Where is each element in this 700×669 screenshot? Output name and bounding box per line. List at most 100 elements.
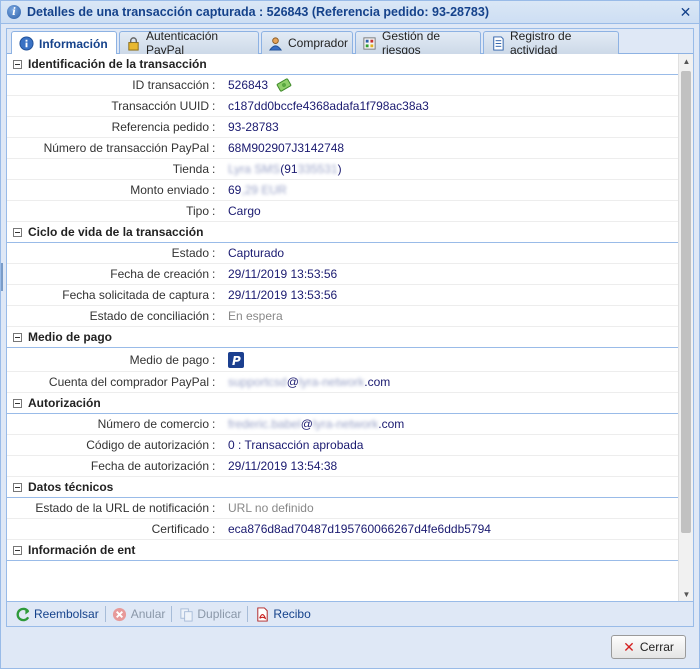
amount-redacted: ,29 EUR xyxy=(241,183,287,197)
risk-icon xyxy=(362,35,377,51)
field-label: Medio de pago xyxy=(129,352,209,367)
field-value: 29/11/2019 13:53:56 xyxy=(228,288,338,302)
email-at: @ xyxy=(286,375,299,389)
field-colon: : xyxy=(212,288,216,302)
action-toolbar: Reembolsar Anular Duplicar Recibo xyxy=(7,601,693,626)
toolbar-separator xyxy=(247,606,249,622)
anular-button[interactable]: Anular xyxy=(108,606,170,622)
tab-label: Registro de actividad xyxy=(510,29,572,57)
field-colon: : xyxy=(212,522,216,536)
scroll-down-icon[interactable]: ▼ xyxy=(679,587,694,602)
left-edge-marker xyxy=(1,263,3,291)
transaction-details-window: i Detalles de una transacción capturada … xyxy=(0,0,700,669)
tab-registro-actividad[interactable]: Registro de actividad xyxy=(483,29,619,57)
tab-strip: Información Autenticación PayPal Comprad… xyxy=(7,29,693,57)
anular-label: Anular xyxy=(130,607,166,621)
cerrar-button[interactable]: ✕ Cerrar xyxy=(611,635,686,659)
tab-informacion[interactable]: Información xyxy=(11,31,117,55)
svg-text:P: P xyxy=(232,354,241,368)
tab-label: Autenticación PayPal xyxy=(146,29,219,57)
tab-autenticacion-paypal[interactable]: Autenticación PayPal xyxy=(119,29,259,57)
field-value: 526843 xyxy=(228,78,292,92)
merchant-at: @ xyxy=(300,417,313,431)
vertical-scrollbar[interactable]: ▲ ▼ xyxy=(678,54,693,602)
collapse-icon[interactable] xyxy=(13,545,22,555)
section-medio-pago: Medio de pago Medio de pago : P Cuenta d… xyxy=(7,327,679,393)
window-titlebar[interactable]: i Detalles de una transacción capturada … xyxy=(1,1,699,24)
section-header[interactable]: Identificación de la transacción xyxy=(7,54,679,75)
shop-id-suffix: ) xyxy=(337,162,342,176)
field-value: 29/11/2019 13:53:56 xyxy=(228,267,338,281)
field-colon: : xyxy=(212,375,216,389)
amount-visible: 69 xyxy=(228,183,242,197)
section-header[interactable]: Medio de pago xyxy=(7,327,679,348)
section-autorizacion: Autorización Número de comercio : freder… xyxy=(7,393,679,477)
reembolsar-button[interactable]: Reembolsar xyxy=(11,606,103,622)
field-label: Número de comercio xyxy=(97,417,209,431)
refund-icon xyxy=(15,606,31,622)
section-header[interactable]: Datos técnicos xyxy=(7,477,679,498)
field-label: Fecha solicitada de captura xyxy=(62,288,209,302)
cancel-icon xyxy=(112,606,128,622)
field-label: Número de transacción PayPal xyxy=(43,141,209,155)
collapse-icon[interactable] xyxy=(13,482,22,492)
money-icon[interactable] xyxy=(276,78,292,92)
section-title: Ciclo de vida de la transacción xyxy=(28,225,204,239)
field-colon: : xyxy=(212,141,216,155)
tab-content-informacion: Identificación de la transacción ID tran… xyxy=(7,54,679,602)
field-colon: : xyxy=(212,352,216,367)
field-row-fecha-captura: Fecha solicitada de captura : 29/11/2019… xyxy=(7,285,679,306)
field-colon: : xyxy=(212,78,216,92)
field-label: Certificado xyxy=(151,522,209,536)
tab-label: Gestión de riesgos xyxy=(382,29,441,57)
shop-name-redacted: Lyra SMS xyxy=(228,162,281,176)
field-colon: : xyxy=(212,246,216,260)
collapse-icon[interactable] xyxy=(13,59,22,69)
tab-gestion-riesgos[interactable]: Gestión de riesgos xyxy=(355,29,481,57)
field-value: 68M902907J3142748 xyxy=(228,141,345,155)
field-colon: : xyxy=(212,309,216,323)
email-tld: .com xyxy=(364,375,391,389)
section-header[interactable]: Información de ent xyxy=(7,540,679,561)
section-header[interactable]: Ciclo de vida de la transacción xyxy=(7,222,679,243)
field-label: ID transacción xyxy=(132,78,209,92)
section-title: Información de ent xyxy=(28,543,136,557)
field-value: Lyra SMS (91 335531 ) xyxy=(228,162,342,176)
merchant-tld: .com xyxy=(378,417,405,431)
field-label: Monto enviado xyxy=(130,183,209,197)
field-row-conciliacion: Estado de conciliación : En espera xyxy=(7,306,679,327)
collapse-icon[interactable] xyxy=(13,332,22,342)
tab-comprador[interactable]: Comprador xyxy=(261,31,353,54)
recibo-button[interactable]: Recibo xyxy=(250,606,314,622)
field-row-certificado: Certificado : eca876d8ad70487d1957600662… xyxy=(7,519,679,540)
merchant-domain-redacted: lyra-network xyxy=(312,417,379,431)
tab-label: Comprador xyxy=(288,36,349,50)
field-value: c187dd0bccfe4368adafa1f798ac38a3 xyxy=(228,99,429,113)
section-datos-tecnicos: Datos técnicos Estado de la URL de notif… xyxy=(7,477,679,540)
field-row-numero-comercio: Número de comercio : frederic.babel @ ly… xyxy=(7,414,679,435)
close-icon[interactable]: ✕ xyxy=(678,5,693,20)
field-row-estado: Estado : Capturado xyxy=(7,243,679,264)
section-header[interactable]: Autorización xyxy=(7,393,679,414)
field-colon: : xyxy=(212,204,216,218)
section-ciclo-vida: Ciclo de vida de la transacción Estado :… xyxy=(7,222,679,327)
field-row-fecha-autorizacion: Fecha de autorización : 29/11/2019 13:54… xyxy=(7,456,679,477)
close-icon: ✕ xyxy=(623,638,635,655)
field-label: Fecha de autorización xyxy=(90,459,209,473)
field-label: Transacción UUID xyxy=(111,99,209,113)
collapse-icon[interactable] xyxy=(13,398,22,408)
field-label: Cuenta del comprador PayPal xyxy=(48,375,209,389)
field-row-codigo-autorizacion: Código de autorización : 0 : Transacción… xyxy=(7,435,679,456)
field-row-id-transaccion: ID transacción : 526843 xyxy=(7,75,679,96)
scroll-thumb[interactable] xyxy=(681,71,691,533)
field-colon: : xyxy=(212,501,216,515)
scroll-up-icon[interactable]: ▲ xyxy=(679,54,694,69)
duplicar-button[interactable]: Duplicar xyxy=(174,606,245,622)
field-row-tienda: Tienda : Lyra SMS (91 335531 ) xyxy=(7,159,679,180)
paypal-icon: P xyxy=(228,351,244,368)
field-value: 29/11/2019 13:54:38 xyxy=(228,459,338,473)
recibo-label: Recibo xyxy=(273,607,311,621)
collapse-icon[interactable] xyxy=(13,227,22,237)
field-value: Cargo xyxy=(228,204,261,218)
field-row-url-notificacion: Estado de la URL de notificación : URL n… xyxy=(7,498,679,519)
